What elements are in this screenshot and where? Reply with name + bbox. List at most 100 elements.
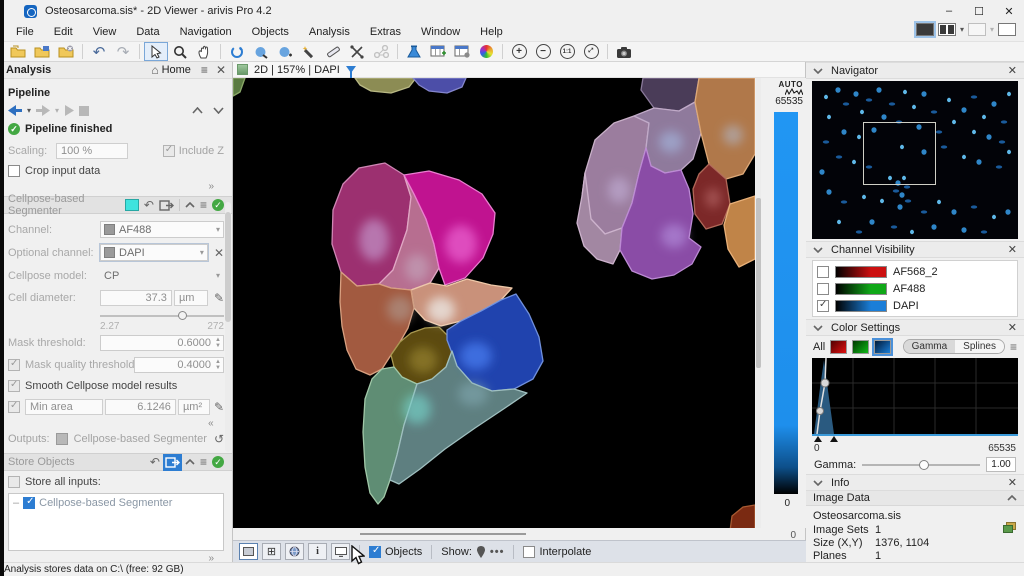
pan-tool-icon[interactable] — [192, 42, 216, 61]
view-info-icon[interactable]: i — [308, 543, 327, 560]
colorsettings-menu-icon[interactable]: ≡ — [1010, 341, 1017, 353]
mask-quality-checkbox[interactable] — [8, 359, 20, 371]
table-settings-icon[interactable] — [450, 42, 474, 61]
min-area-checkbox[interactable] — [8, 401, 20, 413]
menu-objects[interactable]: Objects — [242, 24, 299, 40]
range-max-marker[interactable] — [830, 436, 838, 442]
segmenter-collapse-icon[interactable] — [185, 202, 195, 208]
layout-dropdown-icon[interactable]: ▾ — [960, 25, 964, 34]
fit-to-window-icon[interactable]: ⤢ — [579, 42, 603, 61]
store-inputs-list[interactable]: –Cellpose-based Segmenter — [8, 493, 224, 551]
segmenter-undo-icon[interactable]: ↶ — [144, 199, 154, 211]
mask-threshold-spin[interactable]: 0.6000▲▼ — [100, 335, 224, 351]
navigator-thumbnail[interactable] — [812, 81, 1018, 239]
select-circle-add-icon[interactable] — [273, 42, 297, 61]
range-min-marker[interactable] — [814, 436, 822, 442]
image-data-section[interactable]: Image Data — [813, 492, 1007, 504]
channel-checkbox-dapi[interactable] — [817, 300, 829, 312]
cell-diameter-input[interactable]: 37.3 — [100, 290, 172, 306]
save-document-icon[interactable] — [30, 42, 54, 61]
close-document-icon[interactable] — [54, 42, 78, 61]
menu-analysis[interactable]: Analysis — [299, 24, 360, 40]
step-back-dropdown-icon[interactable]: ▾ — [27, 106, 31, 115]
store-collapse-icon[interactable] — [185, 459, 195, 465]
info-collapse-icon[interactable] — [813, 480, 823, 486]
channel-gradient-swatch[interactable] — [835, 283, 887, 295]
channel-checkbox-af488[interactable] — [817, 283, 829, 295]
close-button[interactable]: ✕ — [994, 1, 1024, 21]
zoom-one-to-one-icon[interactable]: 1:1 — [555, 42, 579, 61]
channel-select[interactable]: AF488▾ — [100, 221, 224, 238]
scaling-input[interactable]: 100 % — [56, 143, 128, 159]
view-grid-icon[interactable]: ⊞ — [262, 543, 281, 560]
left-panel-scrollbar[interactable] — [225, 202, 231, 452]
store-collapse-down-icon[interactable]: » — [208, 553, 224, 562]
step-back-icon[interactable] — [8, 105, 22, 116]
panel-menu-icon[interactable]: ≡ — [201, 63, 208, 77]
undo-icon[interactable]: ↶ — [87, 42, 111, 61]
navigator-close-icon[interactable]: ✕ — [1008, 64, 1017, 77]
menu-data[interactable]: Data — [126, 24, 169, 40]
min-area-name[interactable]: Min area — [25, 399, 103, 415]
maximize-button[interactable]: ☐ — [964, 1, 994, 21]
panel-close-icon[interactable]: ✕ — [216, 63, 226, 77]
channel-gradient-swatch[interactable] — [835, 266, 887, 278]
view-3d-icon[interactable] — [285, 543, 304, 560]
menu-extras[interactable]: Extras — [360, 24, 411, 40]
show-tracks-icon[interactable]: ••• — [490, 546, 505, 558]
rust-corner[interactable] — [730, 505, 755, 528]
menu-navigation[interactable]: Navigation — [170, 24, 242, 40]
all-channels-label[interactable]: All — [813, 341, 825, 353]
intensity-colorbar[interactable] — [774, 112, 798, 494]
colorsettings-collapse-icon[interactable] — [813, 325, 823, 331]
layout-single-icon[interactable] — [916, 23, 934, 36]
new-table-icon[interactable] — [426, 42, 450, 61]
menu-file[interactable]: File — [6, 24, 44, 40]
zoom-out-icon[interactable]: − — [531, 42, 555, 61]
optional-channel-select[interactable]: DAPI▾ — [100, 244, 208, 261]
curve-handle-upper[interactable] — [821, 379, 829, 387]
pointer-tool-icon[interactable] — [144, 42, 168, 61]
analysis-flask-icon[interactable] — [402, 42, 426, 61]
optional-channel-clear-icon[interactable]: ✕ — [214, 247, 224, 259]
gamma-slider[interactable] — [862, 459, 980, 471]
store-all-checkbox[interactable] — [8, 476, 20, 488]
zoom-tool-icon[interactable] — [168, 42, 192, 61]
image-sets-icon[interactable] — [1003, 522, 1016, 533]
layout-split-icon[interactable] — [938, 23, 956, 36]
info-close-icon[interactable]: ✕ — [1008, 476, 1017, 489]
home-button[interactable]: ⌂Home — [151, 63, 191, 77]
min-area-value[interactable]: 6.1246 — [105, 399, 176, 415]
cell-orange-top[interactable] — [695, 78, 755, 179]
navigator-view-rect[interactable] — [863, 122, 936, 185]
cell-diameter-edit-icon[interactable]: ✎ — [214, 292, 224, 304]
segmenter-menu-icon[interactable]: ≡ — [200, 199, 207, 211]
view-monitor-icon[interactable] — [331, 543, 350, 560]
segmenter-color-swatch[interactable] — [125, 199, 139, 211]
red-channel-swatch[interactable] — [830, 340, 847, 354]
zoom-in-icon[interactable]: + — [507, 42, 531, 61]
viewer-vertical-scrollbar[interactable] — [756, 78, 761, 528]
image-canvas[interactable] — [233, 78, 755, 528]
cell-diameter-slider[interactable] — [0, 309, 232, 321]
tab-splines[interactable]: Splines — [955, 340, 1004, 353]
blue-top[interactable] — [413, 78, 466, 93]
collapse-up-icon[interactable] — [192, 107, 203, 114]
view-single-icon[interactable] — [239, 543, 258, 560]
monitor-layout-icon[interactable] — [998, 23, 1016, 36]
store-undo-icon[interactable]: ↶ — [150, 456, 160, 468]
green-sliver[interactable] — [233, 78, 245, 96]
viewer-horizontal-scrollbar[interactable] — [233, 528, 756, 540]
select-circle-icon[interactable] — [249, 42, 273, 61]
histogram-editor[interactable] — [812, 358, 1018, 436]
split-objects-icon[interactable] — [345, 42, 369, 61]
snapshot-camera-icon[interactable] — [612, 42, 636, 61]
channels-collapse-icon[interactable] — [813, 247, 823, 253]
open-document-icon[interactable] — [6, 42, 30, 61]
channels-close-icon[interactable]: ✕ — [1008, 243, 1017, 256]
menu-edit[interactable]: Edit — [44, 24, 83, 40]
menu-help[interactable]: Help — [470, 24, 513, 40]
navigator-collapse-icon[interactable] — [813, 68, 823, 74]
magic-wand-icon[interactable] — [297, 42, 321, 61]
image-data-collapse-icon[interactable] — [1007, 495, 1017, 501]
